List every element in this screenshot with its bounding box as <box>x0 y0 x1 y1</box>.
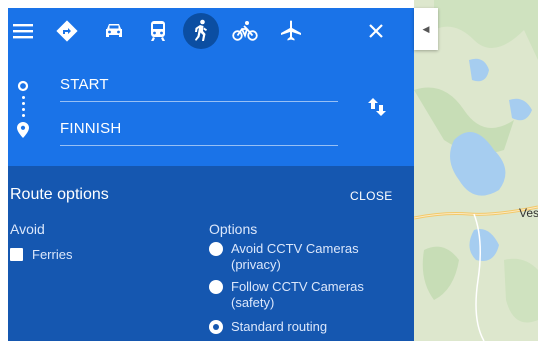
walking-mode[interactable] <box>183 13 219 49</box>
travel-mode-bar <box>8 8 414 54</box>
close-route-options-button[interactable]: CLOSE <box>350 189 393 203</box>
flight-mode[interactable] <box>273 13 309 49</box>
directions-icon <box>56 20 78 42</box>
start-input[interactable]: START <box>60 70 338 102</box>
close-icon <box>369 24 383 38</box>
map-area[interactable]: Ves <box>414 0 538 341</box>
route-options-title: Route options <box>10 186 109 203</box>
driving-mode[interactable] <box>96 13 132 49</box>
standard-routing-radio-option[interactable]: Standard routing <box>209 319 381 335</box>
cycling-icon <box>232 21 258 41</box>
caret-left-icon: ◀ <box>422 23 430 34</box>
destination-input[interactable]: FINNISH <box>60 114 338 146</box>
checkbox-icon <box>10 247 23 261</box>
walking-icon <box>195 19 207 41</box>
route-options-section: Route options CLOSE Avoid Ferries Option… <box>8 166 414 341</box>
menu-button[interactable] <box>8 13 41 49</box>
radio-button[interactable] <box>209 280 223 294</box>
ferries-label: Ferries <box>32 246 73 262</box>
close-directions-button[interactable] <box>358 13 394 49</box>
follow-cctv-label: Follow CCTV Cameras (safety) <box>231 279 364 310</box>
menu-icon <box>13 24 33 39</box>
swap-waypoints-button[interactable] <box>364 94 390 120</box>
radio-button[interactable] <box>209 242 223 256</box>
route-waypoints: START FINNISH <box>8 66 414 158</box>
route-dots-icon <box>22 96 25 120</box>
avoid-heading: Avoid <box>10 221 45 237</box>
map-place-label: Ves <box>519 206 538 220</box>
follow-cctv-radio-option[interactable]: Follow CCTV Cameras (safety) <box>209 279 381 311</box>
avoid-cctv-label: Avoid CCTV Cameras (privacy) <box>231 241 359 272</box>
cycling-mode[interactable] <box>227 13 263 49</box>
collapse-panel-button[interactable]: ◀ <box>414 8 438 50</box>
car-icon <box>106 24 122 37</box>
swap-icon <box>368 98 386 116</box>
transit-mode[interactable] <box>140 13 176 49</box>
flight-icon <box>281 20 301 41</box>
directions-panel: START FINNISH Route options CLOSE Avoid … <box>8 8 414 341</box>
avoid-cctv-radio-option[interactable]: Avoid CCTV Cameras (privacy) <box>209 241 381 273</box>
transit-icon <box>151 21 165 41</box>
avoid-ferries-checkbox[interactable]: Ferries <box>10 246 72 262</box>
destination-pin-icon <box>17 122 29 138</box>
standard-routing-label: Standard routing <box>231 319 328 334</box>
best-route-mode[interactable] <box>49 13 85 49</box>
radio-button-selected[interactable] <box>209 320 223 334</box>
map-graphic <box>414 0 538 341</box>
start-point-icon <box>17 80 29 92</box>
options-heading: Options <box>209 221 258 237</box>
